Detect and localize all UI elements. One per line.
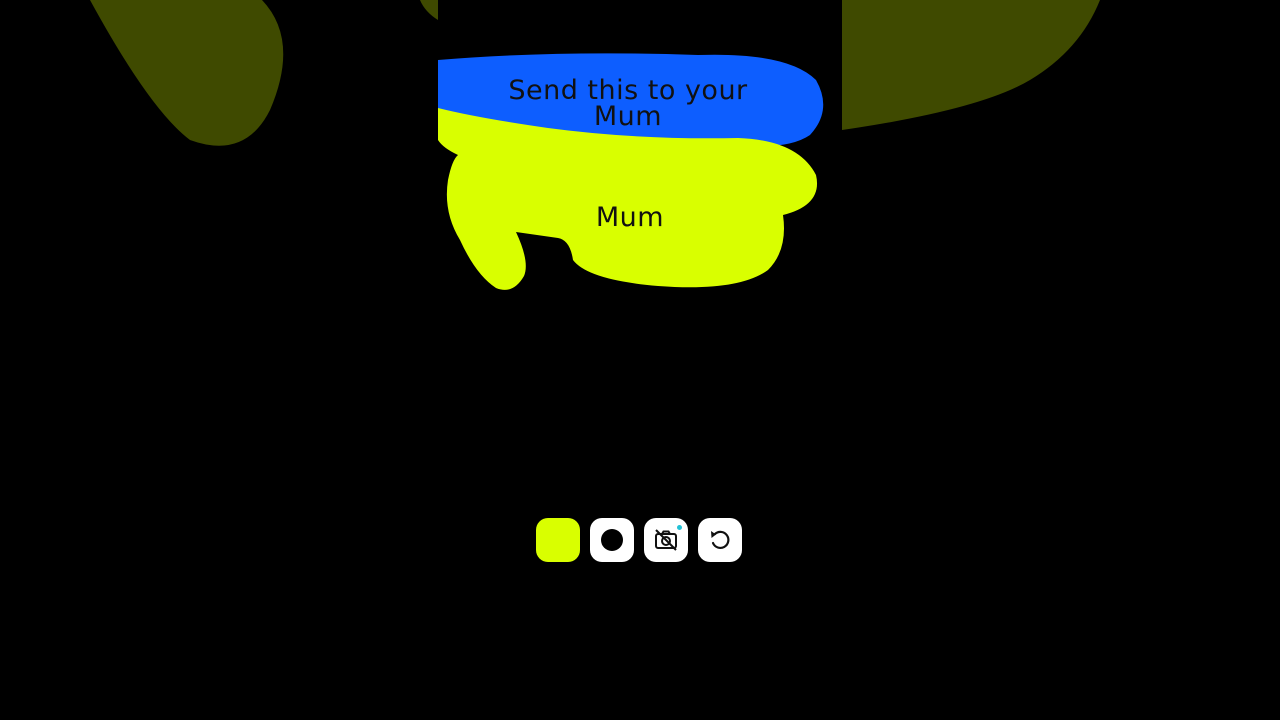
note-top-text: Send this to your Mum — [508, 75, 748, 132]
blurred-stroke-right — [842, 0, 1100, 130]
camera-off-icon — [655, 529, 677, 551]
color-swatch-button[interactable] — [536, 518, 580, 562]
drawing-toolbar — [536, 518, 742, 562]
undo-icon — [711, 530, 730, 550]
camera-status-dot — [677, 525, 682, 530]
note-bottom-text: Mum — [595, 202, 665, 233]
phone-screen: Send this to your Mum Mum — [438, 0, 842, 720]
blurred-stroke-edge — [420, 0, 438, 20]
brush-size-button[interactable] — [590, 518, 634, 562]
camera-toggle-button[interactable] — [644, 518, 688, 562]
video-frame: Send this to your Mum Mum — [0, 0, 1280, 720]
blurred-stroke-left — [90, 0, 284, 146]
undo-button[interactable] — [698, 518, 742, 562]
circle-brush-icon — [601, 529, 623, 551]
